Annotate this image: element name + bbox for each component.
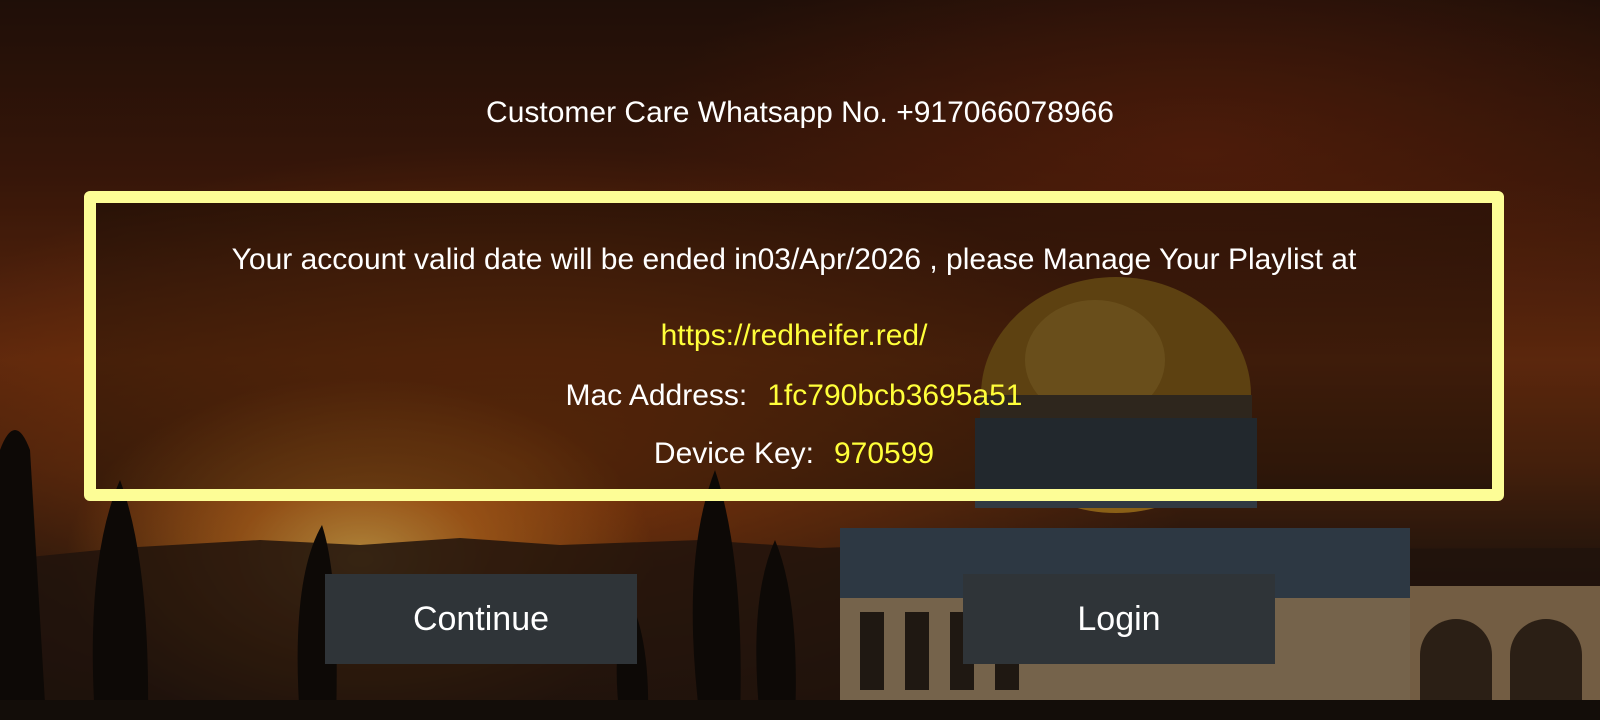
customer-care-text: Customer Care Whatsapp No. +917066078966 — [486, 96, 1114, 129]
mac-address-value: 1fc790bcb3695a51 — [767, 379, 1023, 412]
mac-address-label: Mac Address: — [565, 379, 748, 412]
device-key-value: 970599 — [833, 437, 935, 470]
device-key-label: Device Key: — [653, 437, 814, 470]
playlist-url-link[interactable]: https://redheifer.red/ — [96, 319, 1492, 353]
continue-button[interactable]: Continue — [325, 574, 637, 664]
validity-message: Your account valid date will be ended in… — [231, 243, 1357, 276]
mac-address-row: Mac Address: 1fc790bcb3695a51 — [96, 379, 1492, 413]
device-key-row: Device Key: 970599 — [96, 437, 1492, 471]
login-button[interactable]: Login — [963, 574, 1275, 664]
account-info-panel: Your account valid date will be ended in… — [84, 191, 1504, 501]
